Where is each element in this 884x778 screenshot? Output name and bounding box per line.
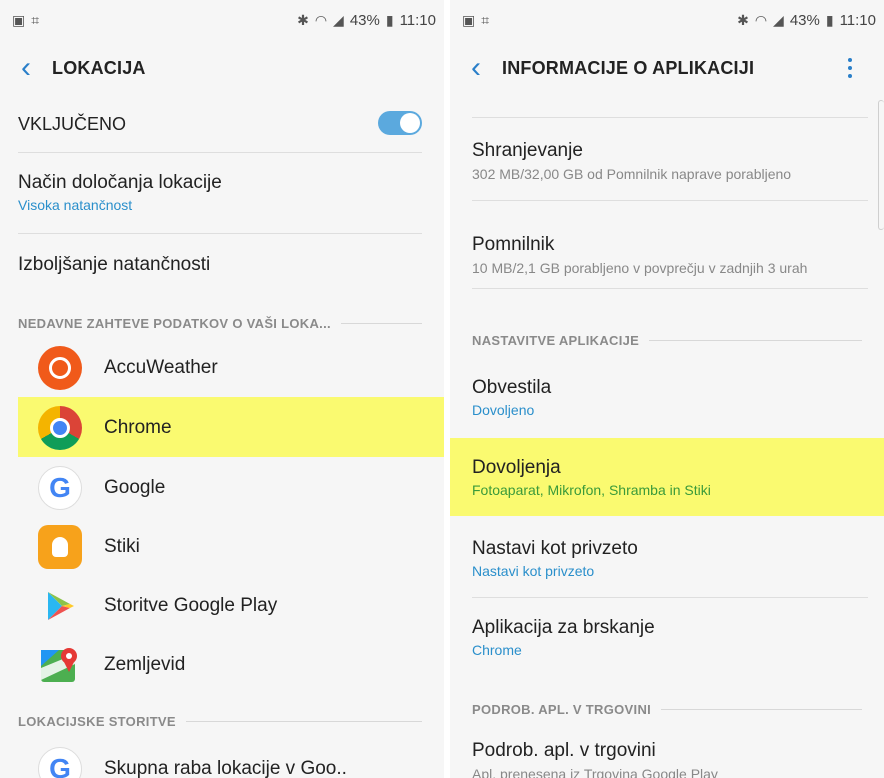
browser-app-item[interactable]: Aplikacija za brskanje Chrome — [472, 617, 862, 658]
store-details-value: Apl. prenesena iz Trgovina Google Play — [472, 766, 718, 778]
memory-title: Pomnilnik — [472, 234, 555, 255]
app-label: Zemljevid — [104, 654, 186, 675]
permissions-item[interactable]: Dovoljenja Fotoaparat, Mikrofon, Shramba… — [472, 457, 862, 498]
browser-app-value: Chrome — [472, 642, 522, 658]
app-label: Storitve Google Play — [104, 595, 278, 616]
location-mode-item[interactable]: Način določanja lokacije Visoka natančno… — [18, 172, 422, 213]
google-icon: G — [38, 747, 82, 778]
notifications-value: Dovoljeno — [472, 402, 535, 418]
storage-item[interactable]: Shranjevanje 302 MB/32,00 GB od Pomnilni… — [472, 140, 862, 182]
back-button[interactable]: ‹ — [0, 40, 52, 96]
divider — [18, 152, 422, 153]
more-options-button[interactable] — [840, 52, 860, 84]
play-services-icon — [38, 584, 82, 628]
storage-value: 302 MB/32,00 GB od Pomnilnik naprave por… — [472, 166, 792, 182]
app-item-chrome[interactable]: Chrome — [38, 399, 172, 457]
location-mode-title: Način določanja lokacije — [18, 172, 222, 193]
permissions-title: Dovoljenja — [472, 457, 561, 478]
divider — [18, 233, 422, 234]
divider — [472, 200, 868, 201]
set-default-item[interactable]: Nastavi kot privzeto Nastavi kot privzet… — [472, 538, 862, 579]
battery-icon: ▮ — [385, 11, 394, 28]
improve-accuracy-item[interactable]: Izboljšanje natančnosti — [18, 254, 422, 276]
page-title: INFORMACIJE O APLIKACIJI — [502, 57, 755, 78]
recent-requests-label: NEDAVNE ZAHTEVE PODATKOV O VAŠI LOKA... — [18, 316, 331, 331]
store-details-title: Podrob. apl. v trgovini — [472, 740, 656, 761]
permissions-value: Fotoaparat, Mikrofon, Shramba in Stiki — [472, 482, 711, 498]
app-label: Google — [104, 477, 166, 498]
gallery-notification-icon: ▣ — [12, 11, 26, 28]
chrome-icon — [38, 406, 82, 450]
location-settings-screen: ▣ ⌗ ✱ ◠ ◢ 43% ▮ 11:10 ‹ LOKACIJA VKLJUČE… — [0, 0, 444, 778]
recent-requests-header: NEDAVNE ZAHTEVE PODATKOV O VAŠI LOKA... — [18, 316, 422, 331]
screenshot-notification-icon: ⌗ — [31, 11, 40, 28]
app-item-play-services[interactable]: Storitve Google Play — [38, 577, 277, 635]
back-button[interactable]: ‹ — [450, 40, 502, 96]
store-details-item[interactable]: Podrob. apl. v trgovini Apl. prenesena i… — [472, 740, 862, 778]
clock: 11:10 — [399, 11, 436, 29]
app-bar: ‹ LOKACIJA — [0, 40, 444, 96]
memory-value: 10 MB/2,1 GB porabljeno v povprečju v za… — [472, 260, 808, 276]
service-item-google-location-sharing[interactable]: G Skupna raba lokacije v Goo.. — [38, 740, 347, 778]
notifications-item[interactable]: Obvestila Dovoljeno — [472, 377, 862, 418]
app-info-screen: ▣ ⌗ ✱ ◠ ◢ 43% ▮ 11:10 ‹ INFORMACIJE O AP… — [450, 0, 884, 778]
status-bar: ▣ ⌗ ✱ ◠ ◢ 43% ▮ 11:10 — [0, 0, 444, 40]
store-details-label: PODROB. APL. V TRGOVINI — [472, 702, 652, 717]
maps-icon — [38, 643, 82, 687]
divider — [472, 597, 868, 598]
gallery-notification-icon: ▣ — [462, 11, 476, 28]
back-arrow-icon: ‹ — [21, 51, 31, 84]
app-bar: ‹ INFORMACIJE O APLIKACIJI — [450, 40, 884, 96]
divider — [472, 288, 868, 289]
browser-app-title: Aplikacija za brskanje — [472, 617, 655, 638]
bluetooth-icon: ✱ — [297, 11, 309, 28]
location-mode-value: Visoka natančnost — [18, 197, 133, 213]
store-details-header: PODROB. APL. V TRGOVINI — [472, 702, 862, 717]
accuweather-icon — [38, 346, 82, 390]
google-icon: G — [38, 466, 82, 510]
battery-percent: 43% — [789, 11, 820, 29]
notifications-title: Obvestila — [472, 377, 552, 398]
back-arrow-icon: ‹ — [471, 51, 481, 84]
location-switch[interactable] — [378, 111, 422, 135]
divider — [472, 117, 868, 118]
wifi-icon: ◠ — [754, 11, 768, 28]
more-vert-icon — [848, 58, 852, 62]
scroll-edge-right — [878, 100, 884, 230]
app-settings-header: NASTAVITVE APLIKACIJE — [472, 333, 862, 348]
memory-item[interactable]: Pomnilnik 10 MB/2,1 GB porabljeno v povp… — [472, 234, 862, 276]
improve-accuracy-title: Izboljšanje natančnosti — [18, 254, 211, 275]
app-item-maps[interactable]: Zemljevid — [38, 636, 185, 694]
page-title: LOKACIJA — [52, 57, 146, 78]
app-settings-label: NASTAVITVE APLIKACIJE — [472, 333, 640, 348]
battery-percent: 43% — [349, 11, 380, 29]
storage-title: Shranjevanje — [472, 140, 583, 161]
location-toggle-row[interactable]: VKLJUČENO — [18, 114, 422, 135]
app-label: Stiki — [104, 536, 140, 557]
contacts-icon — [38, 525, 82, 569]
location-services-label: LOKACIJSKE STORITVE — [18, 714, 176, 729]
status-bar: ▣ ⌗ ✱ ◠ ◢ 43% ▮ 11:10 — [450, 0, 884, 40]
switch-knob — [400, 113, 420, 133]
signal-icon: ◢ — [773, 11, 784, 28]
set-default-title: Nastavi kot privzeto — [472, 538, 638, 559]
clock: 11:10 — [839, 11, 876, 29]
app-label: Chrome — [104, 417, 172, 438]
app-item-stiki[interactable]: Stiki — [38, 518, 140, 576]
set-default-value: Nastavi kot privzeto — [472, 563, 595, 579]
screenshot-notification-icon: ⌗ — [481, 11, 490, 28]
bluetooth-icon: ✱ — [737, 11, 749, 28]
battery-icon: ▮ — [825, 11, 834, 28]
app-label: AccuWeather — [104, 357, 218, 378]
toggle-label: VKLJUČENO — [18, 114, 127, 134]
location-services-header: LOKACIJSKE STORITVE — [18, 714, 422, 729]
signal-icon: ◢ — [333, 11, 344, 28]
app-label: Skupna raba lokacije v Goo.. — [104, 758, 347, 778]
app-item-google[interactable]: G Google — [38, 459, 165, 517]
wifi-icon: ◠ — [314, 11, 328, 28]
app-item-accuweather[interactable]: AccuWeather — [38, 339, 218, 397]
